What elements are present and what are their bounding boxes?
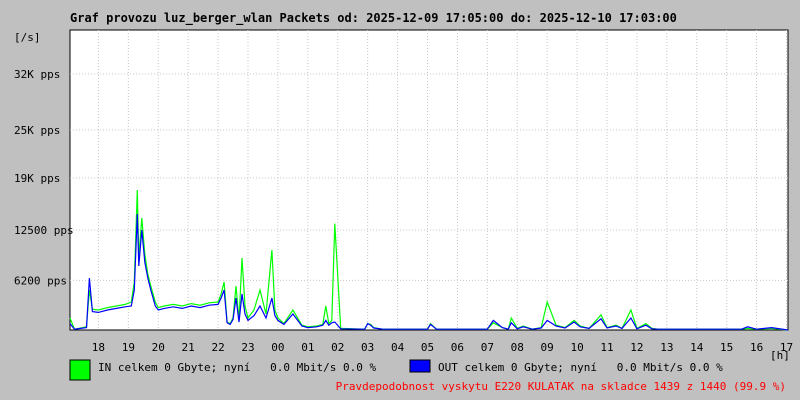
x-tick-label-09: 09 xyxy=(541,341,554,354)
y-ticks: 6200 pps 12500 pps 19K pps 25K pps 32K pps xyxy=(14,68,74,287)
y-tick-label-1: 12500 pps xyxy=(14,224,74,237)
legend-in-text: IN celkem 0 Gbyte; nyní 0.0 Mbit/s 0.0 % xyxy=(98,361,377,374)
chart-canvas: Graf provozu luz_berger_wlan Packets od:… xyxy=(14,11,793,393)
y-tick-label-0: 6200 pps xyxy=(14,274,67,287)
x-tick-label-11: 11 xyxy=(600,341,613,354)
legend-in-swatch xyxy=(69,359,91,381)
x-tick-label-00: 00 xyxy=(271,341,284,354)
x-tick-label-16: 16 xyxy=(750,341,763,354)
x-tick-label-13: 13 xyxy=(660,341,673,354)
y-tick-label-2: 19K pps xyxy=(14,172,60,185)
x-tick-label-20: 20 xyxy=(152,341,165,354)
y-tick-label-4: 32K pps xyxy=(14,68,60,81)
x-ticks: 18 19 20 21 22 23 00 01 02 03 04 05 06 07 08 09 10 11 12 13… xyxy=(92,341,793,354)
traffic-graph: Graf provozu luz_berger_wlan Packets od:… xyxy=(0,0,800,400)
y-axis-unit-label: [/s] xyxy=(14,31,41,44)
x-tick-label-10: 10 xyxy=(570,341,583,354)
plot-area xyxy=(69,29,789,331)
x-tick-label-21: 21 xyxy=(182,341,195,354)
y-tick-label-3: 25K pps xyxy=(14,124,60,137)
x-tick-label-22: 22 xyxy=(211,341,224,354)
x-tick-label-05: 05 xyxy=(421,341,434,354)
x-tick-label-17: 17 xyxy=(780,341,793,354)
x-tick-label-06: 06 xyxy=(451,341,464,354)
x-tick-label-15: 15 xyxy=(720,341,733,354)
legend-out-text: OUT celkem 0 Gbyte; nyní 0.0 Mbit/s 0.0 … xyxy=(438,361,723,374)
x-tick-label-01: 01 xyxy=(301,341,314,354)
x-tick-label-08: 08 xyxy=(511,341,524,354)
warning-text: Pravdepodobnost vyskytu E220 KULATAK na … xyxy=(336,380,786,393)
x-tick-label-04: 04 xyxy=(391,341,405,354)
legend-out-swatch xyxy=(409,359,431,373)
x-tick-label-07: 07 xyxy=(481,341,494,354)
x-tick-label-23: 23 xyxy=(241,341,254,354)
x-tick-label-18: 18 xyxy=(92,341,105,354)
x-tick-label-14: 14 xyxy=(690,341,704,354)
x-tick-label-02: 02 xyxy=(331,341,344,354)
x-tick-label-03: 03 xyxy=(361,341,374,354)
x-tick-label-19: 19 xyxy=(122,341,135,354)
chart-title: Graf provozu luz_berger_wlan Packets od:… xyxy=(70,11,677,26)
x-tick-label-12: 12 xyxy=(630,341,643,354)
